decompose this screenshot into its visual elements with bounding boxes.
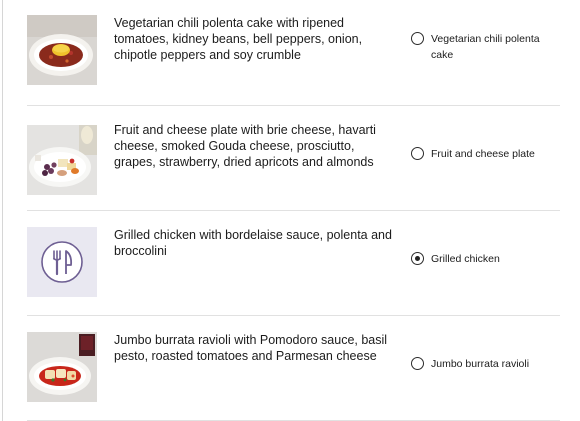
option-label[interactable]: Vegetarian chili polenta cake	[431, 31, 551, 63]
meal-row-burrata-ravioli: Jumbo burrata ravioli with Pomodoro sauc…	[27, 315, 560, 421]
meal-row-grilled-chicken: Grilled chicken with bordelaise sauce, p…	[27, 210, 560, 316]
ravioli-photo	[27, 332, 97, 402]
radio-burrata-ravioli[interactable]	[411, 357, 424, 370]
option-fruit-and-cheese-plate[interactable]: Fruit and cheese plate	[411, 146, 551, 162]
option-grilled-chicken[interactable]: Grilled chicken	[411, 251, 551, 267]
radio-grilled-chicken[interactable]	[411, 252, 424, 265]
meal-description: Grilled chicken with bordelaise sauce, p…	[114, 228, 392, 258]
option-label[interactable]: Fruit and cheese plate	[431, 146, 535, 162]
option-vegetarian-chili-polenta-cake[interactable]: Vegetarian chili polenta cake	[411, 31, 551, 63]
meal-row-vegetarian-chili: Vegetarian chili polenta cake with ripen…	[27, 0, 560, 106]
meal-description: Vegetarian chili polenta cake with ripen…	[114, 16, 363, 62]
option-label[interactable]: Grilled chicken	[431, 251, 500, 267]
radio-fruit-cheese[interactable]	[411, 147, 424, 160]
meal-row-fruit-cheese: Fruit and cheese plate with brie cheese,…	[27, 105, 560, 211]
left-border	[2, 0, 3, 421]
meal-description: Jumbo burrata ravioli with Pomodoro sauc…	[114, 333, 388, 363]
radio-vegetarian-chili[interactable]	[411, 32, 424, 45]
chili-polenta-photo	[27, 15, 97, 85]
option-jumbo-burrata-ravioli[interactable]: Jumbo burrata ravioli	[411, 356, 551, 372]
meal-selection-page: Vegetarian chili polenta cake with ripen…	[0, 0, 580, 421]
fruit-cheese-photo	[27, 125, 97, 195]
option-label[interactable]: Jumbo burrata ravioli	[431, 356, 529, 372]
meal-description: Fruit and cheese plate with brie cheese,…	[114, 123, 376, 169]
fork-knife-icon	[27, 227, 97, 297]
